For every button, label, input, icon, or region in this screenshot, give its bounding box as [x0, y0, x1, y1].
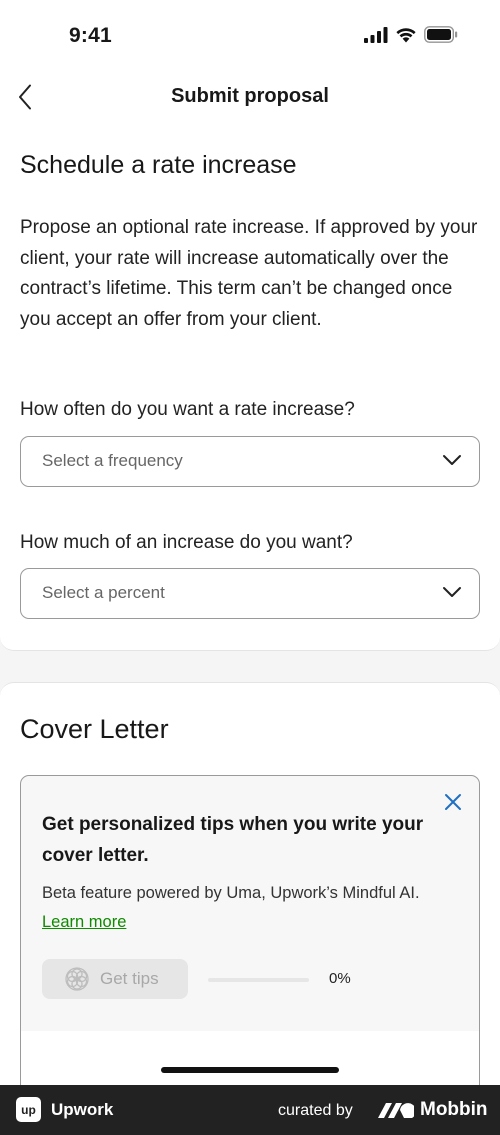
rate-increase-section: Schedule a rate increase Propose an opti…: [0, 124, 500, 651]
rate-increase-description: Propose an optional rate increase. If ap…: [20, 217, 478, 330]
get-tips-label: Get tips: [100, 969, 159, 988]
tips-description: Beta feature powered by Uma, Upwork’s Mi…: [42, 879, 442, 936]
cellular-signal-icon: [364, 26, 388, 43]
home-indicator: [161, 1067, 339, 1073]
frequency-select[interactable]: Select a frequency: [20, 436, 480, 487]
mobbin-brand-name: Mobbin: [420, 1099, 488, 1120]
nav-bar: Submit proposal: [0, 72, 500, 124]
ai-tips-panel: Get personalized tips when you write you…: [20, 775, 480, 1105]
chevron-down-icon: [443, 455, 461, 465]
status-bar: 9:41: [0, 0, 500, 72]
tips-title: Get personalized tips when you write you…: [42, 814, 424, 866]
cover-letter-title: Cover Letter: [20, 714, 169, 744]
percent-select[interactable]: Select a percent: [20, 568, 480, 619]
tips-description-text: Beta feature powered by Uma, Upwork’s Mi…: [42, 884, 420, 902]
curated-by-text: curated by: [278, 1102, 353, 1119]
frequency-label: How often do you want a rate increase?: [20, 399, 355, 420]
uma-logo-icon: [65, 967, 89, 991]
percent-select-placeholder: Select a percent: [42, 583, 165, 602]
tips-progress-bar: [208, 978, 309, 982]
upwork-logo-text: up: [21, 1102, 36, 1117]
close-icon: [445, 794, 461, 810]
percent-label: How much of an increase do you want?: [20, 532, 353, 553]
tips-progress-text: 0%: [329, 970, 351, 987]
wifi-icon: [396, 28, 416, 43]
battery-icon: [424, 26, 458, 43]
attribution-footer: up Upwork curated by Mobbin: [0, 1085, 500, 1135]
chevron-down-icon: [443, 587, 461, 597]
close-tips-button[interactable]: [443, 792, 463, 812]
upwork-logo: up: [16, 1097, 41, 1122]
status-time: 9:41: [69, 24, 112, 47]
upwork-brand-name: Upwork: [51, 1100, 114, 1119]
get-tips-button[interactable]: Get tips: [42, 959, 188, 999]
cover-letter-section: Cover Letter Get personalized tips when …: [0, 682, 500, 1105]
rate-increase-title: Schedule a rate increase: [20, 151, 297, 179]
frequency-select-placeholder: Select a frequency: [42, 451, 183, 470]
page-title: Submit proposal: [171, 85, 329, 107]
status-icons: [364, 26, 458, 43]
learn-more-link[interactable]: Learn more: [42, 913, 126, 931]
mobbin-logo-icon: [378, 1103, 414, 1118]
